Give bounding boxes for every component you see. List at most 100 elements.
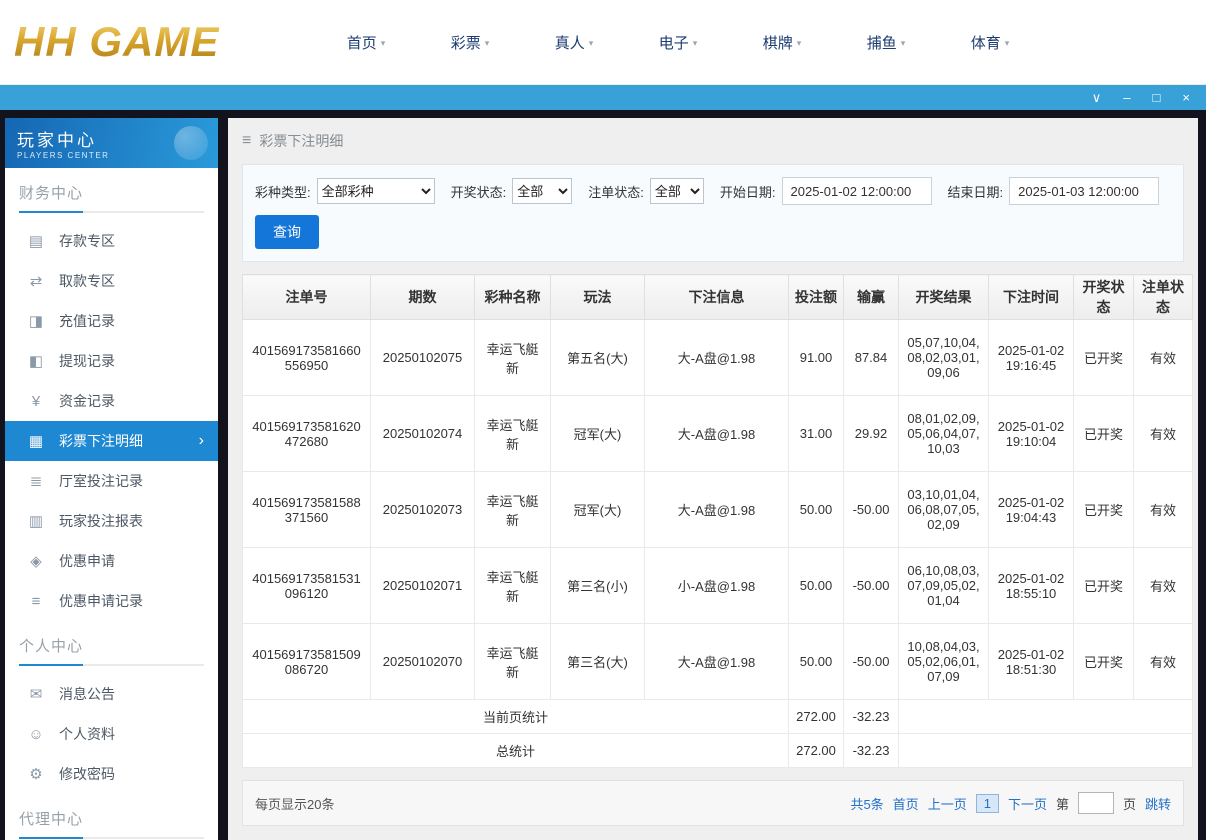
window-titlebar: ∨ – □ × [0,85,1206,110]
cell-play-type: 第三名(大) [550,623,645,700]
next-page-link[interactable]: 下一页 [1008,794,1047,813]
sidebar-section-label: 代理中心 [19,811,84,828]
cell-order-status: 有效 [1133,395,1193,472]
draw-status-select[interactable]: 全部 [512,178,573,204]
table-row: 401569173581660556950 20250102075 幸运飞艇新 第五名… [242,319,1193,396]
filter-panel: 彩种类型: 全部彩种 开奖状态: 全部 注单状态: 全部 开始日期: 结束日期:… [242,164,1184,262]
sidebar-item-deposit[interactable]: ▤ 存款专区 [5,221,218,261]
chevron-down-icon: ▾ [692,37,698,48]
sidebar-menu: 财务中心 ▤ 存款专区 ⇄ 取款专区 ◨ 充值记录 ◧ 提现记录 ¥ 资金记录 ▦ 彩票下注明细 › ≣ 厅室… [5,168,218,840]
nav-item[interactable]: 棋牌 ▾ [730,32,834,53]
sidebar-item-label: 提现记录 [59,353,115,369]
minimize-icon[interactable]: – [1123,91,1130,104]
start-date-input[interactable] [781,177,932,205]
gamepad-decoration-icon [174,126,208,160]
maximize-icon[interactable]: □ [1153,91,1161,104]
cell-bet-time: 2025-01-02 19:04:43 [988,471,1074,548]
order-status-select[interactable]: 全部 [649,178,704,204]
summary-win-loss: -32.23 [843,733,899,768]
cell-order-status: 有效 [1133,623,1193,700]
section-underline [19,211,204,213]
per-page-label: 每页显示20条 [255,796,335,812]
sidebar-item-promo-apply-record[interactable]: ≡ 优惠申请记录 [5,581,218,621]
cell-play-type: 冠军(大) [550,471,645,548]
sidebar-section-label: 财务中心 [19,185,84,202]
cell-bet-info: 大-A盘@1.98 [644,623,789,700]
deposit-icon: ▤ [28,233,44,250]
pager: 共5条 首页 上一页 1 下一页 第 页 跳转 [850,792,1171,814]
summary-win-loss: -32.23 [843,699,899,734]
collapse-icon[interactable]: ∨ [1092,91,1102,104]
column-header-draw-status: 开奖状态 [1073,274,1134,320]
profile-icon: ☺ [28,725,44,743]
prev-page-link[interactable]: 上一页 [928,794,967,813]
cell-order-id: 401569173581620472680 [242,395,371,472]
cell-play-type: 第五名(大) [550,319,645,396]
current-page-badge[interactable]: 1 [975,793,999,813]
sidebar-item-withdraw[interactable]: ⇄ 取款专区 [5,261,218,301]
cell-lottery-name: 幸运飞艇新 [474,395,551,472]
chevron-down-icon: ▾ [1004,37,1010,48]
sidebar-item-funds-record[interactable]: ¥ 资金记录 [5,381,218,421]
chevron-down-icon: ▾ [588,37,594,48]
sidebar-item-player-bet-report[interactable]: ▥ 玩家投注报表 [5,501,218,541]
close-icon[interactable]: × [1182,91,1190,104]
cell-bet-time: 2025-01-02 19:16:45 [988,319,1074,396]
jump-button[interactable]: 跳转 [1145,794,1171,813]
sidebar-item-hall-bet-record[interactable]: ≣ 厅室投注记录 [5,461,218,501]
sidebar-section-header: 财务中心 [5,168,218,221]
hamburger-icon[interactable]: ≡ [242,132,251,150]
cell-issue: 20250102071 [370,547,475,624]
announcement-icon: ✉ [29,686,43,703]
chevron-down-icon: ▾ [484,37,490,48]
summary-label: 总统计 [242,733,789,768]
sidebar-item-promo-apply[interactable]: ◈ 优惠申请 [5,541,218,581]
main-nav: 首页 ▾ 彩票 ▾ 真人 ▾ 电子 ▾ 棋牌 ▾ 捕鱼 ▾ 体育 ▾ [314,32,1042,53]
end-date-input[interactable] [1009,177,1160,205]
cell-win-loss: 29.92 [843,395,899,472]
nav-item[interactable]: 真人 ▾ [522,32,626,53]
column-header-issue: 期数 [370,274,475,320]
nav-item[interactable]: 电子 ▾ [626,32,730,53]
page-jump-input[interactable] [1077,792,1114,814]
recharge-record-icon: ◨ [28,313,44,330]
nav-item[interactable]: 彩票 ▾ [418,32,522,53]
cell-draw-result: 05,07,10,04,08,02,03,01,09,06 [898,319,989,396]
sidebar-item-label: 取款专区 [59,273,115,289]
nav-item[interactable]: 体育 ▾ [938,32,1042,53]
sidebar-item-announcement[interactable]: ✉ 消息公告 [5,674,218,714]
cell-play-type: 第三名(小) [550,547,645,624]
pagination-bar: 每页显示20条 共5条 首页 上一页 1 下一页 第 页 跳转 [242,780,1184,826]
cell-lottery-name: 幸运飞艇新 [474,623,551,700]
column-header-lottery-name: 彩种名称 [474,274,551,320]
first-page-link[interactable]: 首页 [893,794,919,813]
nav-item-label: 彩票 [450,34,481,52]
chevron-down-icon: ▾ [900,37,906,48]
query-button[interactable]: 查询 [255,215,319,249]
sidebar-item-withdraw-record[interactable]: ◧ 提现记录 [5,341,218,381]
sidebar-item-profile[interactable]: ☺ 个人资料 [5,714,218,754]
nav-item[interactable]: 首页 ▾ [314,32,418,53]
cell-draw-result: 06,10,08,03,07,09,05,02,01,04 [898,547,989,624]
sidebar-item-label: 存款专区 [59,233,115,249]
lottery-type-select[interactable]: 全部彩种 [316,178,435,204]
table-row: 401569173581509086720 20250102070 幸运飞艇新 第三名… [242,623,1193,700]
column-header-draw-result: 开奖结果 [898,274,989,320]
cell-order-id: 401569173581588371560 [242,471,371,548]
cell-draw-result: 08,01,02,09,05,06,04,07,10,03 [898,395,989,472]
table-row: 401569173581588371560 20250102073 幸运飞艇新 冠军(… [242,471,1193,548]
summary-row: 总统计 272.00 -32.23 [242,733,1193,768]
cell-issue: 20250102070 [370,623,475,700]
cell-draw-status: 已开奖 [1073,319,1134,396]
total-count-label: 共5条 [850,796,884,812]
main-panel: ≡ 彩票下注明细 彩种类型: 全部彩种 开奖状态: 全部 注单状态: 全部 开始… [228,118,1198,840]
sidebar-item-password[interactable]: ⚙ 修改密码 [5,754,218,794]
cell-order-id: 401569173581531096120 [242,547,371,624]
nav-item[interactable]: 捕鱼 ▾ [834,32,938,53]
cell-lottery-name: 幸运飞艇新 [474,319,551,396]
sidebar-item-lottery-bet-detail[interactable]: ▦ 彩票下注明细 › [5,421,218,461]
chevron-down-icon: ▾ [796,37,802,48]
sidebar-item-recharge-record[interactable]: ◨ 充值记录 [5,301,218,341]
sidebar-item-label: 资金记录 [59,393,115,409]
cell-order-id: 401569173581509086720 [242,623,371,700]
